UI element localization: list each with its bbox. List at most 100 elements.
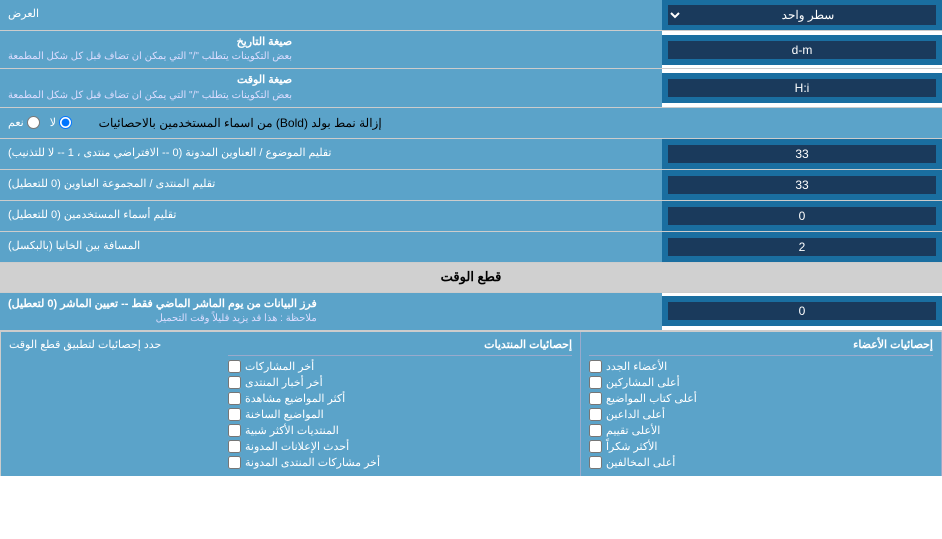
member-stat-label-4: الأعلى تقييم	[606, 424, 660, 437]
member-stat-label-5: الأكثر شكراً	[606, 440, 657, 453]
forum-stat-label-6: أخر مشاركات المنتدى المدونة	[245, 456, 380, 469]
member-stat-label-2: أعلى كتاب المواضيع	[606, 392, 697, 405]
date-format-label: صيغة التاريخ بعض التكوينات يتطلب "/" الت…	[0, 31, 662, 68]
user-sort-input[interactable]	[668, 207, 936, 225]
bottom-cols: إحصائيات المنتديات أخر المشاركات أخر أخب…	[220, 332, 942, 476]
forum-stat-6: أخر مشاركات المنتدى المدونة	[228, 456, 572, 469]
member-stat-check-0[interactable]	[589, 360, 602, 373]
display-title: العرض	[8, 7, 39, 22]
time-format-input[interactable]	[668, 79, 936, 97]
member-stat-check-1[interactable]	[589, 376, 602, 389]
member-stat-label-1: أعلى المشاركين	[606, 376, 680, 389]
subject-sort-label: تقليم الموضوع / العناوين المدونة (0 -- ا…	[0, 139, 662, 169]
member-stat-2: أعلى كتاب المواضيع	[589, 392, 933, 405]
forum-sort-input-cell	[662, 170, 942, 200]
forum-stat-check-2[interactable]	[228, 392, 241, 405]
forum-stat-check-4[interactable]	[228, 424, 241, 437]
member-stat-label-6: أعلى المخالفين	[606, 456, 675, 469]
header-input-cell: سطر واحد سطرين ثلاثة أسطر	[662, 0, 942, 30]
forum-stat-label-3: المواضيع الساخنة	[245, 408, 324, 421]
user-sort-label: تقليم أسماء المستخدمين (0 للتعطيل)	[0, 201, 662, 231]
forum-stats-header: إحصائيات المنتديات	[228, 336, 572, 356]
member-stat-check-4[interactable]	[589, 424, 602, 437]
date-format-sub: بعض التكوينات يتطلب "/" التي يمكن ان تضا…	[8, 50, 292, 64]
forum-stat-5: أحدث الإعلانات المدونة	[228, 440, 572, 453]
lines-select[interactable]: سطر واحد سطرين ثلاثة أسطر	[668, 5, 936, 25]
member-stat-label-0: الأعضاء الجدد	[606, 360, 667, 373]
member-stats-header: إحصائيات الأعضاء	[589, 336, 933, 356]
snapshot-input[interactable]	[668, 302, 936, 320]
forum-stats-col: إحصائيات المنتديات أخر المشاركات أخر أخب…	[220, 332, 581, 476]
forum-stat-label-4: المنتديات الأكثر شبية	[245, 424, 339, 437]
bottom-section-label: حدد إحصائيات لتطبيق قطع الوقت	[0, 332, 220, 476]
display-label: العرض	[0, 0, 662, 30]
member-stat-6: أعلى المخالفين	[589, 456, 933, 469]
date-format-input-cell	[662, 35, 942, 65]
forum-stat-check-1[interactable]	[228, 376, 241, 389]
subject-sort-input-cell	[662, 139, 942, 169]
space-input[interactable]	[668, 238, 936, 256]
forum-sort-input[interactable]	[668, 176, 936, 194]
member-stat-1: أعلى المشاركين	[589, 376, 933, 389]
date-format-input[interactable]	[668, 41, 936, 59]
member-stat-check-6[interactable]	[589, 456, 602, 469]
snapshot-main: فرز البيانات من يوم الماشر الماضي فقط --…	[8, 297, 317, 312]
space-label: المسافة بين الخانيا (بالبكسل)	[0, 232, 662, 262]
member-stat-check-2[interactable]	[589, 392, 602, 405]
bottom-section: حدد إحصائيات لتطبيق قطع الوقت إحصائيات ا…	[0, 331, 942, 476]
forum-stat-label-5: أحدث الإعلانات المدونة	[245, 440, 349, 453]
user-sort-row: تقليم أسماء المستخدمين (0 للتعطيل)	[0, 201, 942, 232]
forum-stat-label-1: أخر أخبار المنتدى	[245, 376, 323, 389]
member-stat-label-3: أعلى الداعين	[606, 408, 665, 421]
time-format-main: صيغة الوقت	[8, 73, 292, 88]
subject-sort-input[interactable]	[668, 145, 936, 163]
bold-remove-label: إزالة نمط بولد (Bold) من اسماء المستخدمي…	[99, 116, 382, 130]
date-format-main: صيغة التاريخ	[8, 35, 292, 50]
time-format-label: صيغة الوقت بعض التكوينات يتطلب "/" التي …	[0, 69, 662, 106]
header-row: العرض سطر واحد سطرين ثلاثة أسطر	[0, 0, 942, 31]
bold-no-label: لا	[50, 116, 72, 129]
time-format-row: صيغة الوقت بعض التكوينات يتطلب "/" التي …	[0, 69, 942, 107]
bold-no-text: لا	[50, 116, 56, 129]
member-stat-5: الأكثر شكراً	[589, 440, 933, 453]
bold-remove-row: إزالة نمط بولد (Bold) من اسماء المستخدمي…	[0, 108, 942, 139]
subject-sort-row: تقليم الموضوع / العناوين المدونة (0 -- ا…	[0, 139, 942, 170]
member-stat-check-3[interactable]	[589, 408, 602, 421]
snapshot-label: فرز البيانات من يوم الماشر الماضي فقط --…	[0, 293, 662, 330]
forum-stat-check-5[interactable]	[228, 440, 241, 453]
bold-yes-text: نعم	[8, 116, 24, 129]
member-stat-3: أعلى الداعين	[589, 408, 933, 421]
member-stat-4: الأعلى تقييم	[589, 424, 933, 437]
user-sort-input-cell	[662, 201, 942, 231]
member-stats-col: إحصائيات الأعضاء الأعضاء الجدد أعلى المش…	[581, 332, 942, 476]
forum-stat-check-0[interactable]	[228, 360, 241, 373]
main-container: العرض سطر واحد سطرين ثلاثة أسطر صيغة الت…	[0, 0, 942, 539]
forum-stat-4: المنتديات الأكثر شبية	[228, 424, 572, 437]
forum-stat-0: أخر المشاركات	[228, 360, 572, 373]
snapshot-title: قطع الوقت	[441, 269, 502, 285]
forum-stat-label-2: أكثر المواضيع مشاهدة	[245, 392, 345, 405]
member-stat-0: الأعضاء الجدد	[589, 360, 933, 373]
forum-stat-2: أكثر المواضيع مشاهدة	[228, 392, 572, 405]
space-input-cell	[662, 232, 942, 262]
snapshot-section-header: قطع الوقت	[0, 263, 942, 293]
snapshot-sub: ملاحظة : هذا قد يزيد قليلاً وقت التحميل	[8, 312, 317, 326]
date-format-row: صيغة التاريخ بعض التكوينات يتطلب "/" الت…	[0, 31, 942, 69]
forum-stat-1: أخر أخبار المنتدى	[228, 376, 572, 389]
forum-stat-check-6[interactable]	[228, 456, 241, 469]
bold-yes-label: نعم	[8, 116, 40, 129]
snapshot-input-cell	[662, 296, 942, 326]
snapshot-row: فرز البيانات من يوم الماشر الماضي فقط --…	[0, 293, 942, 331]
bold-no-radio[interactable]	[59, 116, 72, 129]
forum-sort-row: تقليم المنتدى / المجموعة العناوين (0 للت…	[0, 170, 942, 201]
bold-yes-radio[interactable]	[27, 116, 40, 129]
forum-stat-check-3[interactable]	[228, 408, 241, 421]
member-stat-check-5[interactable]	[589, 440, 602, 453]
time-format-input-cell	[662, 73, 942, 103]
space-row: المسافة بين الخانيا (بالبكسل)	[0, 232, 942, 263]
time-format-sub: بعض التكوينات يتطلب "/" التي يمكن ان تضا…	[8, 89, 292, 103]
bold-remove-radio-cell: إزالة نمط بولد (Bold) من اسماء المستخدمي…	[0, 108, 942, 138]
forum-sort-label: تقليم المنتدى / المجموعة العناوين (0 للت…	[0, 170, 662, 200]
forum-stat-label-0: أخر المشاركات	[245, 360, 314, 373]
forum-stat-3: المواضيع الساخنة	[228, 408, 572, 421]
